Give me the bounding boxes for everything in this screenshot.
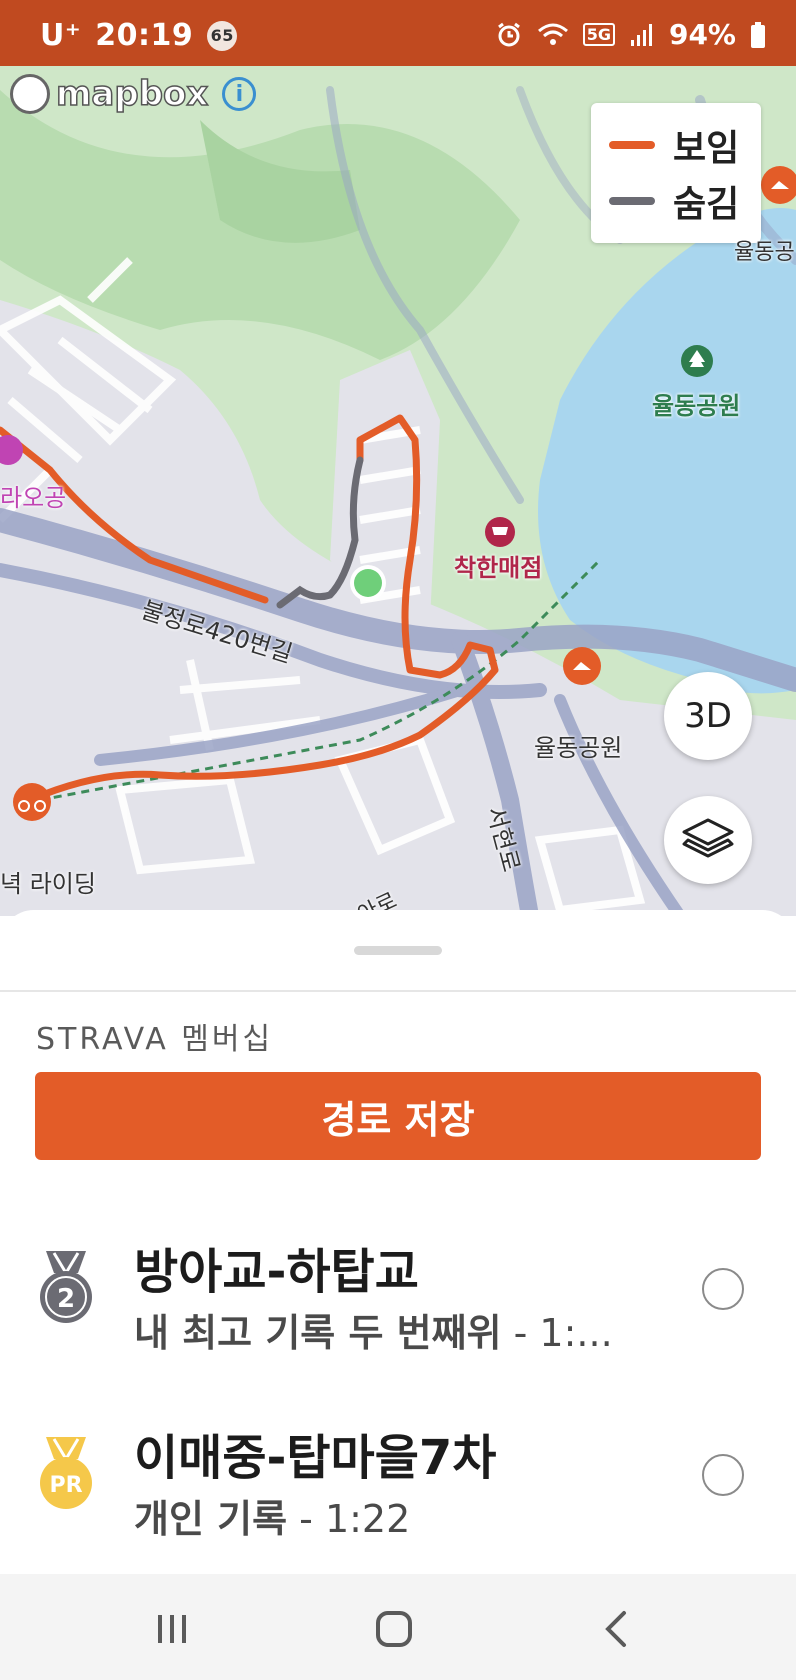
store-pin[interactable] <box>485 517 515 547</box>
segment-title: 방아교-하탑교 <box>134 1244 419 1300</box>
hidden-swatch <box>609 197 655 205</box>
home-icon <box>376 1611 412 1647</box>
recents-button[interactable] <box>142 1604 202 1654</box>
map-label-left: 라오공 <box>0 484 67 512</box>
achievement-text: 개인 기록 <box>134 1497 288 1541</box>
back-icon <box>605 1611 626 1647</box>
legend-shown-label: 보임 <box>673 128 740 169</box>
achievement-time: - 1:... <box>501 1311 613 1355</box>
segment-achievement: 내 최고 기록 두 번째위 - 1:... <box>134 1302 613 1357</box>
segment-achievement: 개인 기록 - 1:22 <box>134 1488 410 1543</box>
legend-shown: 보임 <box>609 119 739 171</box>
system-nav-bar <box>0 1574 796 1680</box>
bottom-sheet: STRAVA 멤버십 경로 저장 2 방아교-하탑교 내 최고 기록 두 번째위… <box>0 910 796 1574</box>
battery-icon <box>751 21 765 48</box>
sheet-divider <box>0 990 796 992</box>
wifi-icon <box>537 23 568 45</box>
status-left: U⁺ 20:19 65 <box>40 18 238 53</box>
route-map[interactable]: mapbox i 보임 숨김 불정로420번길 착한매점 율동공원 율동공원 율… <box>0 66 796 916</box>
segment-title: 이매중-탑마을7차 <box>134 1430 497 1486</box>
status-bar: U⁺ 20:19 65 5G 94% <box>0 0 796 66</box>
signal-icon <box>630 23 652 46</box>
mapbox-wordmark: mapbox <box>55 73 209 115</box>
membership-label: STRAVA 멤버십 <box>36 1022 274 1057</box>
notification-badge: 65 <box>207 20 238 51</box>
home-button[interactable] <box>364 1604 424 1654</box>
status-right: 5G 94% <box>495 18 766 51</box>
map-label-riding: 녁 라이딩 <box>0 870 96 898</box>
pr-medal-icon: PR <box>40 1437 92 1509</box>
bike-pin[interactable] <box>13 783 51 821</box>
drag-handle[interactable] <box>354 946 442 955</box>
segment-radio[interactable] <box>702 1268 744 1310</box>
3d-label: 3D <box>684 696 732 736</box>
silver-medal-icon: 2 <box>40 1251 92 1323</box>
save-route-button[interactable]: 경로 저장 <box>35 1072 761 1160</box>
layers-button[interactable] <box>664 796 752 884</box>
info-icon[interactable]: i <box>222 77 257 111</box>
clock: 20:19 <box>95 18 194 53</box>
route-legend: 보임 숨김 <box>591 103 761 243</box>
map-label-store: 착한매점 <box>454 554 543 582</box>
segment-radio[interactable] <box>702 1454 744 1496</box>
alarm-icon <box>497 22 520 46</box>
3d-button[interactable]: 3D <box>664 672 752 760</box>
segment-item[interactable]: PR 이매중-탑마을7차 개인 기록 - 1:22 <box>0 1418 796 1568</box>
park-pin[interactable] <box>681 345 713 377</box>
map-label-park-3: 율동공 <box>734 240 795 265</box>
svg-text:PR: PR <box>49 1473 82 1498</box>
map-label-park: 율동공원 <box>652 392 741 420</box>
svg-text:2: 2 <box>57 1284 75 1314</box>
legend-hidden-label: 숨김 <box>673 184 740 225</box>
achievement-time: - 1:22 <box>287 1497 411 1541</box>
carrier-label: U⁺ <box>40 18 82 53</box>
achievement-text: 내 최고 기록 두 번째위 <box>134 1311 502 1355</box>
segment-item[interactable]: 2 방아교-하탑교 내 최고 기록 두 번째위 - 1:... <box>0 1232 796 1382</box>
battery-percent: 94% <box>668 18 736 51</box>
map-label-park-2: 율동공원 <box>534 734 623 762</box>
layers-icon <box>682 818 734 858</box>
legend-hidden: 숨김 <box>609 175 739 227</box>
shown-swatch <box>609 141 655 149</box>
network-type: 5G <box>582 23 615 46</box>
back-button[interactable] <box>586 1604 646 1654</box>
recents-icon <box>158 1615 186 1643</box>
hiking-pin[interactable] <box>563 647 601 685</box>
save-route-label: 경로 저장 <box>321 1097 475 1142</box>
mapbox-logo[interactable]: mapbox i <box>10 73 257 115</box>
